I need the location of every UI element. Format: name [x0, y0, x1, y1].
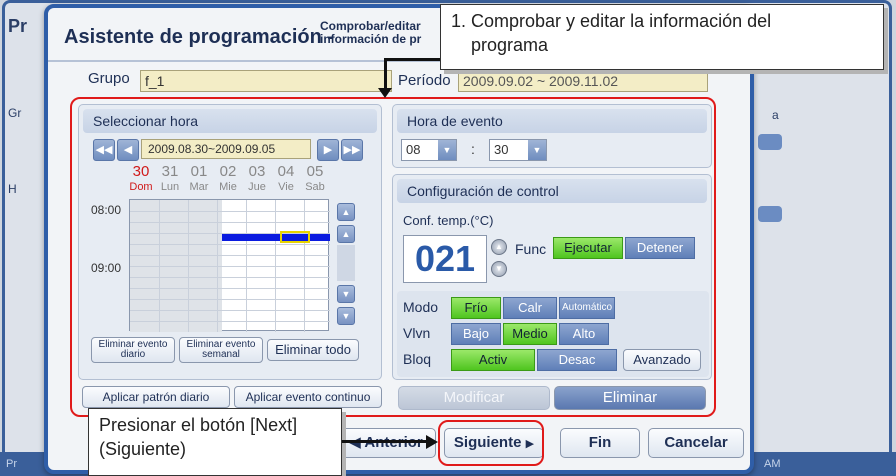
previous-button[interactable]: ◀ Anterior [336, 428, 436, 458]
arrow-line [342, 440, 428, 443]
background-tab [758, 206, 782, 222]
dialog-subtitle-line: información de pr [320, 32, 422, 46]
cancel-button[interactable]: Cancelar [648, 428, 744, 458]
background-status-right: AM [764, 458, 781, 470]
annotation-highlight-next [438, 420, 544, 466]
group-field[interactable]: f_1 [140, 70, 392, 92]
background-tab [758, 134, 782, 150]
arrow-line [384, 58, 387, 92]
callout-step-1: 1. Comprobar y editar la información del… [440, 4, 884, 70]
background-label-right: a [772, 108, 779, 122]
period-label: Período [398, 72, 451, 89]
finish-button[interactable]: Fin [560, 428, 640, 458]
dialog-title: Asistente de programación - [64, 26, 335, 48]
annotation-highlight-content [70, 97, 716, 417]
arrow-head-icon [378, 88, 392, 98]
callout-text: programa [471, 35, 549, 55]
background-title: Pr [8, 16, 28, 36]
callout-text: Presionar el botón [Next] [99, 415, 298, 435]
arrow-head-icon [426, 435, 438, 449]
background-label-hour: H [8, 182, 17, 196]
background-label-group: Gr [8, 106, 22, 120]
background-status-left: Pr [6, 458, 17, 470]
dialog-subtitle: Comprobar/editar información de pr [320, 20, 421, 46]
group-label: Grupo [88, 70, 130, 87]
callout-text: (Siguiente) [99, 439, 187, 459]
callout-text: 1. Comprobar y editar la información del [451, 11, 772, 31]
arrow-line [384, 58, 440, 61]
callout-step-next: Presionar el botón [Next] (Siguiente) [88, 408, 342, 476]
